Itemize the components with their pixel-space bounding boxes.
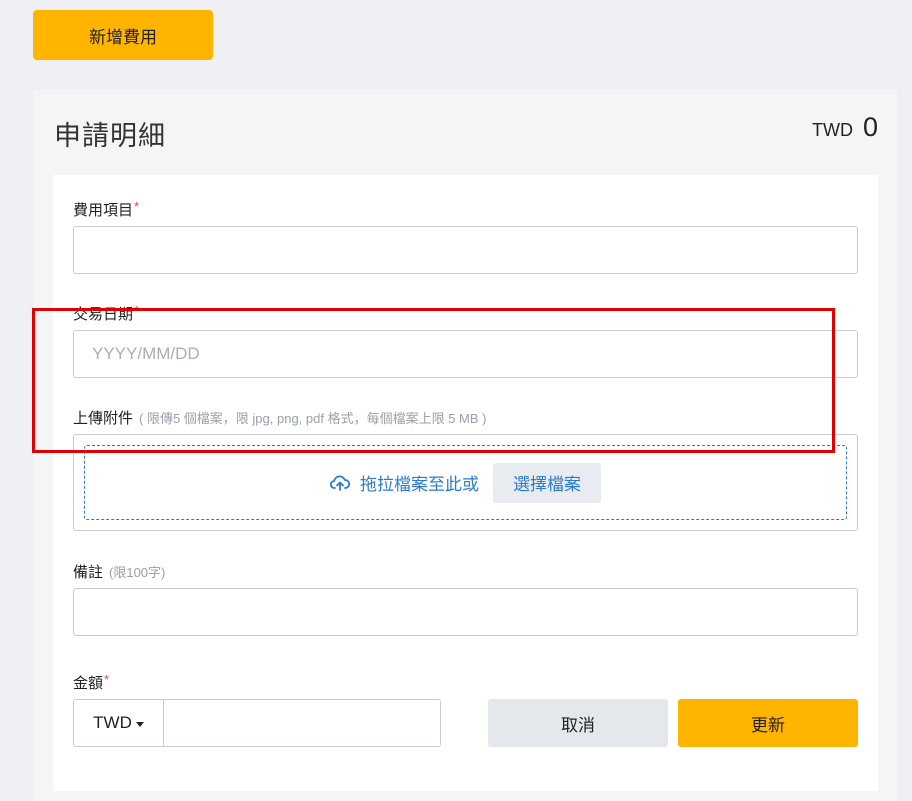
required-mark: *	[134, 199, 140, 214]
expense-item-label-text: 費用項目	[73, 202, 134, 219]
expense-item-input[interactable]	[73, 226, 858, 274]
remark-hint: (限100字)	[109, 565, 166, 580]
expense-item-label: 費用項目 *	[73, 199, 139, 220]
upload-highlight-frame	[32, 308, 835, 453]
total-currency: TWD	[811, 120, 853, 140]
remark-label: 備註 (限100字)	[73, 561, 165, 582]
currency-value: TWD	[93, 713, 132, 732]
total-value: 0	[862, 112, 878, 142]
amount-field: TWD	[73, 699, 441, 747]
cancel-button[interactable]: 取消	[488, 699, 668, 747]
caret-down-icon	[135, 721, 144, 727]
drag-drop-text: 拖拉檔案至此或	[360, 475, 479, 494]
add-expense-button[interactable]: 新增費用	[33, 10, 213, 60]
cloud-upload-icon	[330, 475, 350, 491]
total-amount: TWD 0	[812, 112, 878, 143]
amount-label: 金額 *	[73, 672, 109, 693]
currency-dropdown[interactable]: TWD	[74, 700, 164, 746]
remark-label-text: 備註	[73, 564, 104, 581]
update-button[interactable]: 更新	[678, 699, 858, 747]
panel-title: 申請明細	[54, 121, 166, 151]
required-mark: *	[104, 672, 110, 687]
amount-label-text: 金額	[73, 675, 104, 692]
amount-input[interactable]	[164, 700, 440, 746]
expense-form: 費用項目 * 交易日期 * 上傳附件 ( 限傳5 個檔案，限 jpg, png,…	[53, 175, 878, 791]
drag-drop-prompt[interactable]: 拖拉檔案至此或	[330, 470, 479, 495]
upload-dropzone[interactable]: 拖拉檔案至此或 選擇檔案	[84, 445, 847, 520]
choose-file-button[interactable]: 選擇檔案	[493, 462, 601, 503]
remark-input[interactable]	[73, 588, 858, 636]
